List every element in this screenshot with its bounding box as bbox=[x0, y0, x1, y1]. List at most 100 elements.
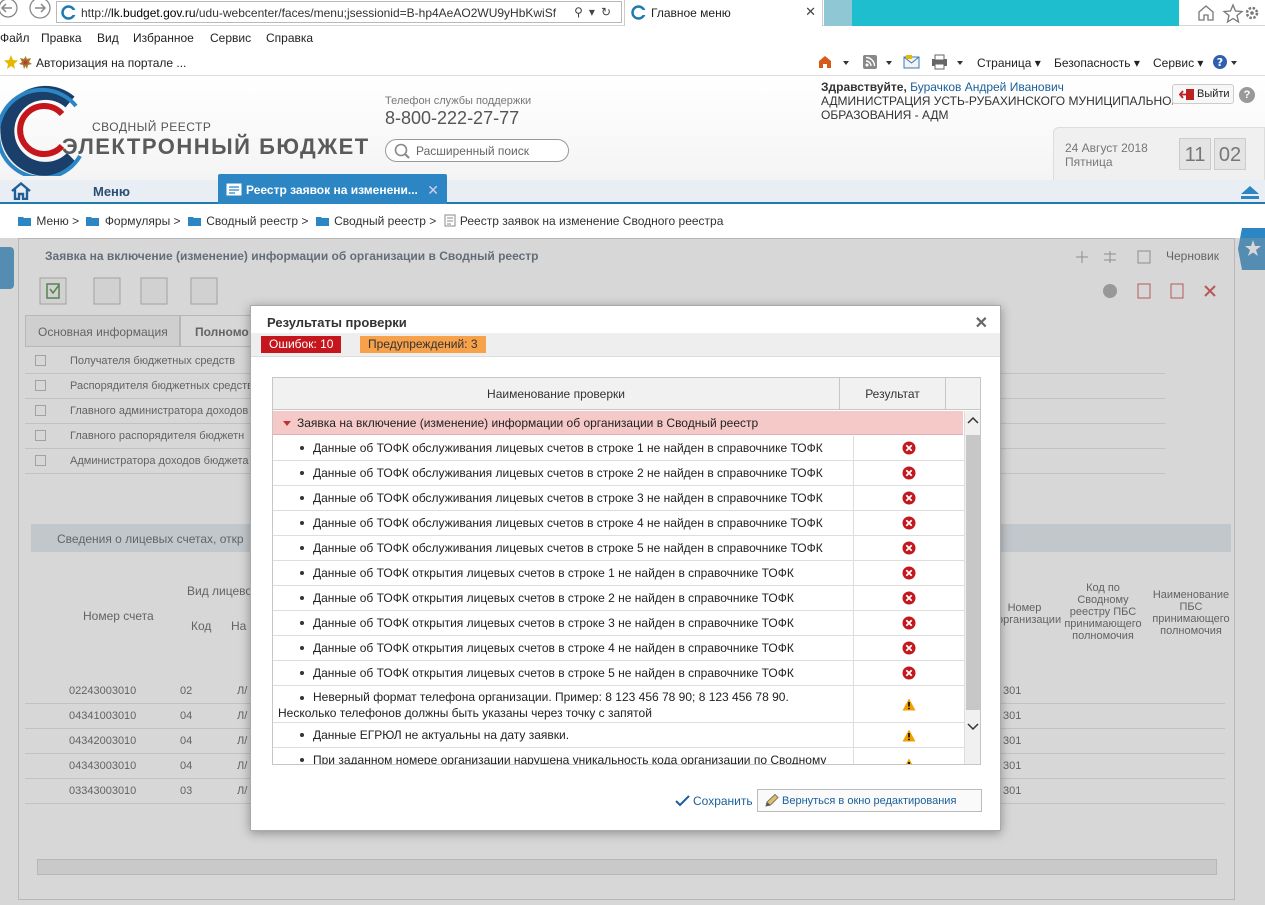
org-name-line1: АДМИНИСТРАЦИЯ УСТЬ-РУБАХИНСКОГО МУНИЦИПА… bbox=[821, 94, 1173, 108]
table-row[interactable]: Данные об ТОФК открытия лицевых счетов в… bbox=[273, 661, 964, 686]
group-row-request[interactable]: Заявка на включение (изменение) информац… bbox=[273, 411, 963, 435]
favorite-link-auth[interactable]: Авторизация на портале ... bbox=[36, 56, 186, 70]
dialog-close-icon[interactable]: ✕ bbox=[975, 313, 988, 333]
col-header-check-name[interactable]: Наименование проверки bbox=[273, 378, 840, 410]
command-security[interactable]: Безопасность ▾ bbox=[1054, 56, 1140, 70]
check-results-grid: Наименование проверки Результат Заявка н… bbox=[272, 377, 981, 765]
table-row[interactable]: Данные об ТОФК открытия лицевых счетов в… bbox=[273, 636, 964, 661]
check-text: Данные об ТОФК обслуживания лицевых счет… bbox=[273, 436, 854, 460]
menu-file[interactable]: Файл bbox=[0, 31, 30, 45]
browser-tab-active[interactable]: Главное меню ✕ bbox=[624, 0, 823, 26]
extended-search-input[interactable]: Расширенный поиск bbox=[385, 139, 569, 162]
site-icon bbox=[61, 5, 76, 20]
check-text: Данные об ТОФК открытия лицевых счетов в… bbox=[273, 611, 854, 635]
logout-button[interactable]: Выйти bbox=[1172, 84, 1234, 104]
breadcrumb-item-registry-2[interactable]: Сводный реестр > bbox=[334, 214, 436, 228]
app-nav-bar: Меню Реестр заявок на изменени... ✕ bbox=[0, 174, 1265, 204]
result-cell bbox=[855, 586, 964, 610]
org-name-line2: ОБРАЗОВАНИЯ - АДМ bbox=[821, 108, 949, 122]
table-row[interactable]: Неверный формат телефона организации. Пр… bbox=[273, 686, 964, 723]
logo-subtitle: СВОДНЫЙ РЕЕСТР bbox=[92, 120, 212, 134]
menu-favorites[interactable]: Избранное bbox=[133, 31, 194, 45]
folder-icon bbox=[187, 217, 201, 226]
table-row[interactable]: Данные об ТОФК обслуживания лицевых счет… bbox=[273, 511, 964, 536]
back-to-edit-button[interactable]: Вернуться в окно редактирования bbox=[757, 789, 982, 812]
menu-service[interactable]: Сервис bbox=[210, 31, 251, 45]
table-row[interactable]: Данные ЕГРЮЛ не актуальны на дату заявки… bbox=[273, 723, 964, 748]
breadcrumb-item-menu[interactable]: Меню > bbox=[36, 214, 79, 228]
home-command-icon[interactable] bbox=[817, 54, 851, 70]
result-cell bbox=[855, 461, 964, 485]
result-cell bbox=[855, 611, 964, 635]
scroll-thumb[interactable] bbox=[966, 435, 980, 710]
menu-edit[interactable]: Правка bbox=[41, 31, 82, 45]
collapse-header-icon[interactable] bbox=[1239, 183, 1261, 201]
scroll-up-icon[interactable] bbox=[967, 415, 979, 425]
print-icon[interactable] bbox=[931, 54, 967, 70]
home-icon[interactable] bbox=[10, 182, 32, 200]
errors-count-badge: Ошибок: 10 bbox=[261, 336, 342, 353]
address-controls-icon[interactable]: ⚲▾↻ bbox=[574, 5, 617, 19]
address-bar[interactable]: http://lk.budget.gov.ru/udu-webcenter/fa… bbox=[56, 1, 622, 23]
svg-text:?: ? bbox=[1217, 56, 1223, 69]
table-row[interactable]: Данные об ТОФК обслуживания лицевых счет… bbox=[273, 461, 964, 486]
result-cell bbox=[855, 636, 964, 660]
result-cell bbox=[855, 723, 964, 747]
error-icon bbox=[902, 516, 916, 530]
error-icon bbox=[902, 466, 916, 480]
read-mail-icon[interactable] bbox=[903, 54, 921, 70]
eagle-emblem-icon bbox=[18, 55, 33, 70]
date-time-widget: 24 Август 2018 Пятница 11 02 bbox=[1053, 127, 1265, 181]
scroll-down-icon[interactable] bbox=[967, 722, 979, 732]
browser-nav-buttons bbox=[0, 0, 55, 24]
table-row[interactable]: Данные об ТОФК открытия лицевых счетов в… bbox=[273, 586, 964, 611]
collapse-arrow-icon[interactable] bbox=[283, 421, 291, 426]
checkmark-icon bbox=[675, 795, 690, 807]
browser-tab-new[interactable] bbox=[824, 0, 852, 26]
table-row[interactable]: Данные об ТОФК обслуживания лицевых счет… bbox=[273, 436, 964, 461]
user-greeting: Здравствуйте, Бурачков Андрей Иванович bbox=[821, 80, 1064, 94]
table-row[interactable]: При заданном номере организации нарушена… bbox=[273, 748, 964, 764]
col-header-result[interactable]: Результат bbox=[840, 378, 946, 410]
current-date: 24 Август 2018 bbox=[1065, 141, 1148, 155]
result-cell bbox=[855, 436, 964, 460]
search-icon bbox=[394, 143, 410, 159]
tab-registry-requests[interactable]: Реестр заявок на изменени... ✕ bbox=[218, 174, 447, 204]
tab-close-icon[interactable]: ✕ bbox=[805, 4, 816, 20]
logout-label: Выйти bbox=[1197, 88, 1230, 100]
support-phone: 8-800-222-27-77 bbox=[385, 108, 520, 128]
menu-help[interactable]: Справка bbox=[266, 31, 313, 45]
main-menu-button[interactable]: Меню bbox=[93, 184, 130, 199]
registry-list-icon bbox=[226, 183, 242, 196]
current-weekday: Пятница bbox=[1065, 155, 1113, 169]
tab-close-icon[interactable]: ✕ bbox=[427, 182, 439, 199]
user-name-link[interactable]: Бурачков Андрей Иванович bbox=[910, 80, 1064, 94]
error-icon bbox=[902, 491, 916, 505]
folder-icon bbox=[18, 217, 31, 226]
folder-icon bbox=[86, 217, 100, 226]
breadcrumb-item-forms[interactable]: Формуляры > bbox=[105, 214, 181, 228]
rss-icon[interactable] bbox=[862, 54, 896, 70]
warnings-count-badge: Предупреждений: 3 bbox=[360, 336, 486, 353]
help-button[interactable]: ? bbox=[1239, 87, 1255, 103]
command-page[interactable]: Страница ▾ bbox=[977, 56, 1041, 70]
dialog-title: Результаты проверки bbox=[267, 315, 407, 330]
help-command-icon[interactable]: ? bbox=[1212, 54, 1240, 70]
result-cell bbox=[855, 561, 964, 585]
favorites-star-icon[interactable] bbox=[4, 53, 18, 71]
check-text: При заданном номере организации нарушена… bbox=[273, 748, 854, 764]
table-row[interactable]: Данные об ТОФК обслуживания лицевых счет… bbox=[273, 536, 964, 561]
menu-view[interactable]: Вид bbox=[97, 31, 119, 45]
error-icon bbox=[902, 541, 916, 555]
table-row[interactable]: Данные об ТОФК обслуживания лицевых счет… bbox=[273, 486, 964, 511]
breadcrumb-item-registry[interactable]: Сводный реестр > bbox=[206, 214, 308, 228]
check-rows: Данные об ТОФК обслуживания лицевых счет… bbox=[273, 436, 964, 764]
folder-icon bbox=[315, 217, 329, 226]
vertical-scrollbar[interactable] bbox=[964, 411, 980, 764]
table-row[interactable]: Данные об ТОФК открытия лицевых счетов в… bbox=[273, 561, 964, 586]
check-results-dialog: Результаты проверки ✕ Ошибок: 10 Предупр… bbox=[250, 305, 1001, 831]
result-cell bbox=[855, 686, 964, 722]
pencil-icon bbox=[765, 794, 779, 807]
table-row[interactable]: Данные об ТОФК открытия лицевых счетов в… bbox=[273, 611, 964, 636]
command-service[interactable]: Сервис ▾ bbox=[1153, 56, 1203, 70]
